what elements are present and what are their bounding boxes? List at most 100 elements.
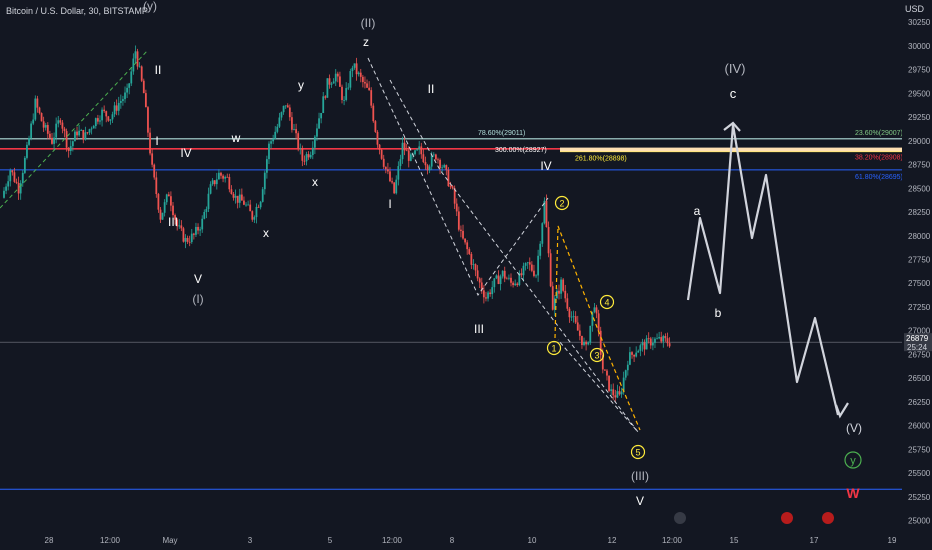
candle-body: [347, 87, 350, 89]
candle-body: [71, 141, 74, 147]
candle-body: [593, 307, 596, 312]
candle-body: [218, 172, 220, 180]
candle-body: [645, 338, 648, 350]
candle-body: [240, 194, 243, 201]
candle-body: [303, 160, 306, 162]
candle-body: [664, 336, 667, 339]
time-tick-label: 5: [328, 536, 333, 545]
candle-body: [624, 370, 627, 378]
candle-body: [524, 263, 527, 266]
candle-body: [549, 253, 552, 287]
candle-body: [528, 262, 531, 265]
candle-body: [190, 233, 193, 243]
candle-body: [165, 194, 168, 203]
candle-body: [30, 123, 33, 138]
price-tick-label: 29000: [908, 137, 931, 146]
candle-body: [28, 137, 30, 145]
candle-body: [510, 277, 512, 283]
price-tick-label: 27250: [908, 303, 931, 312]
price-chart[interactable]: 78.60%(29011) 23.60%(29007) 300.00%(28927)…: [0, 0, 932, 550]
candle-body: [115, 105, 118, 111]
candle-body: [82, 129, 85, 140]
candle-body: [86, 132, 89, 134]
candle-body: [384, 166, 387, 170]
candle-body: [460, 229, 462, 231]
candle-body: [343, 99, 345, 101]
candle-body: [437, 159, 439, 161]
candle-body: [192, 233, 195, 235]
candle-body: [65, 131, 68, 148]
candle-body: [495, 275, 498, 279]
candle-body: [51, 137, 53, 144]
candle-body: [17, 182, 20, 194]
candle-body: [374, 121, 377, 132]
candle-body: [122, 99, 124, 102]
candle-body: [633, 354, 635, 357]
candle-body: [526, 262, 529, 264]
time-tick-label: 8: [450, 536, 455, 545]
price-tick-label: 27500: [908, 279, 931, 288]
candle-body: [512, 282, 514, 286]
candle-body: [581, 335, 583, 346]
candle-body: [157, 194, 160, 210]
candle-body: [211, 180, 214, 185]
candle-body: [172, 205, 174, 216]
candle-body: [130, 71, 133, 84]
candle-body: [476, 270, 479, 279]
candle-body: [472, 264, 475, 266]
candle-body: [7, 181, 10, 187]
candle-body: [92, 126, 95, 129]
wave-label: z: [363, 35, 369, 49]
time-tick-label: 17: [810, 536, 819, 545]
candle-body: [478, 278, 481, 283]
candle-body: [9, 170, 12, 182]
candle-body: [439, 159, 441, 168]
candle-body: [434, 154, 437, 160]
time-tick-label: May: [162, 536, 177, 545]
wave-label: II: [155, 63, 162, 77]
candle-body: [372, 105, 375, 122]
candle-body: [126, 87, 128, 93]
price-tick-label: 28500: [908, 184, 931, 193]
candle-body: [138, 66, 141, 68]
candle-body: [422, 154, 425, 163]
candle-body: [332, 81, 335, 84]
price-tick-label: 29750: [908, 66, 931, 75]
time-tick-label: 19: [888, 536, 897, 545]
candle-body: [57, 120, 60, 124]
candle-body: [426, 165, 429, 171]
candle-body: [209, 184, 212, 194]
candle-body: [491, 287, 494, 295]
candle-body: [119, 101, 122, 103]
candle-body: [170, 196, 172, 206]
candle-body: [541, 223, 544, 244]
candle-body: [59, 120, 62, 123]
candle-body: [505, 278, 508, 280]
candle-body: [416, 149, 419, 151]
price-tick-label: 28250: [908, 208, 931, 217]
candle-body: [503, 270, 506, 279]
flag-icon: [781, 512, 793, 524]
candle-body: [40, 113, 43, 122]
candle-body: [90, 128, 93, 130]
candle-body: [15, 181, 18, 183]
candle-body: [161, 212, 164, 220]
candle-body: [662, 336, 665, 342]
candle-body: [38, 107, 41, 114]
fib-level-label: 300.00%(28927): [495, 147, 547, 154]
wave-label: V: [194, 272, 202, 286]
candle-body: [654, 338, 656, 343]
candle-body: [280, 112, 283, 118]
candle-body: [568, 308, 571, 318]
candle-body: [357, 72, 360, 75]
candle-body: [291, 117, 293, 130]
wave-label: x: [263, 226, 269, 240]
candle-body: [188, 241, 191, 243]
candle-body: [297, 133, 300, 149]
wave-circle-label: 3: [594, 351, 599, 361]
candle-body: [334, 73, 337, 82]
wave-label: b: [715, 306, 722, 320]
candle-body: [76, 131, 78, 136]
time-tick-label: 12:00: [662, 536, 683, 545]
wave-circle-label: 1: [551, 344, 556, 354]
